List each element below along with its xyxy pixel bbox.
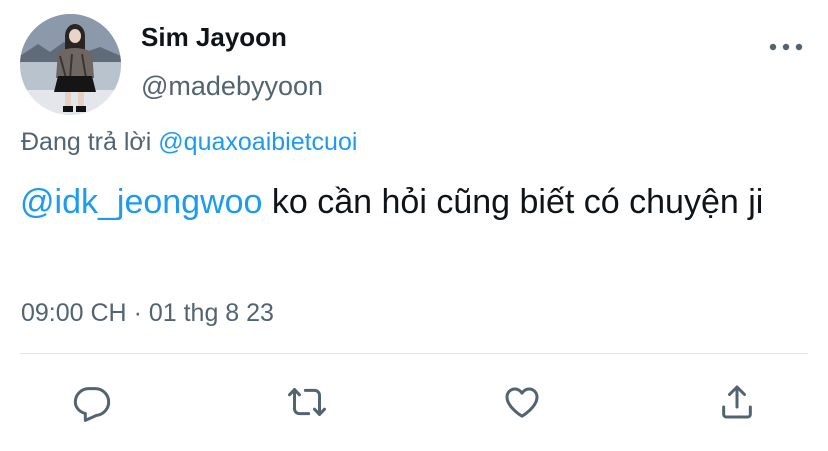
retweet-icon [288,388,326,416]
tweet-detail: Sim Jayoon @madebyyoon Đang trả lời @qua… [0,0,828,451]
meta-separator: · [126,299,149,327]
like-button[interactable] [500,380,544,424]
divider [20,353,808,354]
avatar[interactable] [20,14,121,115]
tweet-timestamp: 09:00 CH · 01 thg 8 23 [21,299,274,328]
action-bar [0,380,828,428]
reply-icon [73,387,111,422]
share-button[interactable] [715,380,759,424]
more-options-button[interactable] [764,36,808,58]
tweet-time[interactable]: 09:00 CH [21,299,127,327]
tweet-date[interactable]: 01 thg 8 23 [149,299,274,327]
reply-target-link[interactable]: @quaxoaibietcuoi [158,128,357,156]
mention-link[interactable]: @idk_jeongwoo [20,183,262,221]
tweet-body: ko cần hỏi cũng biết có chuyện ji [262,183,764,221]
retweet-button[interactable] [285,380,329,424]
author-name[interactable]: Sim Jayoon [141,22,287,53]
tweet-text: @idk_jeongwoo ko cần hỏi cũng biết có ch… [20,177,800,227]
reply-button[interactable] [70,380,114,424]
author-handle[interactable]: @madebyyoon [141,71,323,102]
more-horizontal-icon [769,43,803,51]
share-icon [722,385,752,419]
replying-to: Đang trả lời @quaxoaibietcuoi [21,128,357,157]
heart-icon [505,387,539,418]
replying-to-label: Đang trả lời [21,128,152,156]
